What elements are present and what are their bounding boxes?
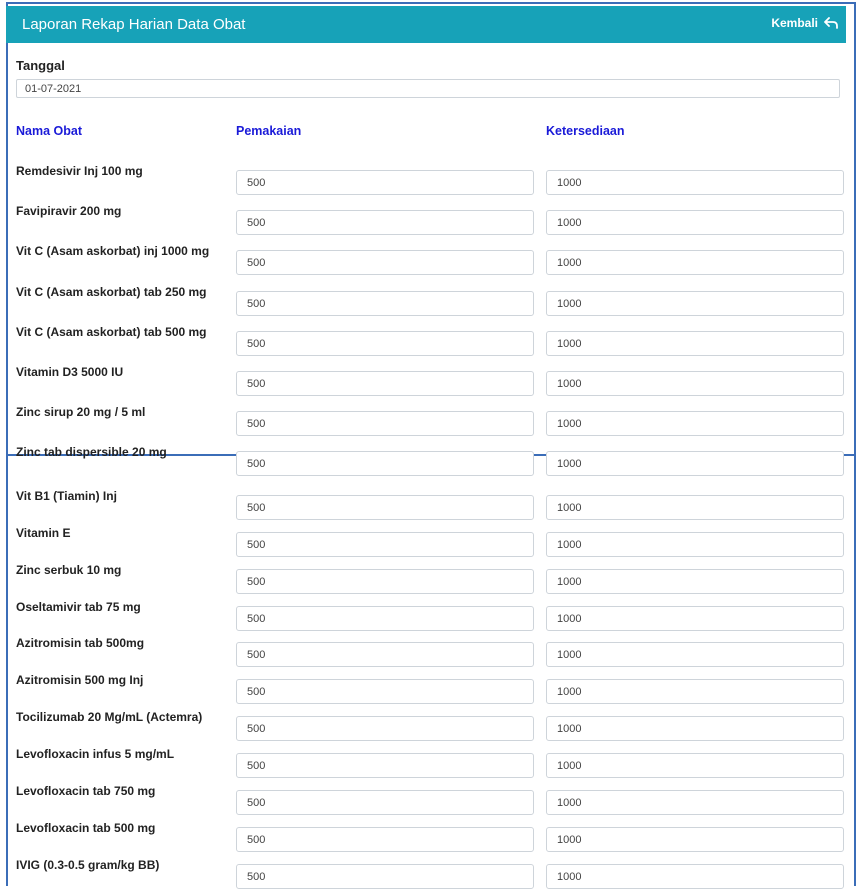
table-row: Oseltamivir tab 75 mg	[0, 600, 856, 631]
medicine-name: Remdesivir Inj 100 mg	[16, 164, 143, 178]
date-input[interactable]	[16, 79, 840, 98]
medicine-name: Vit B1 (Tiamin) Inj	[16, 489, 117, 503]
medicine-name: Vit C (Asam askorbat) tab 500 mg	[16, 325, 207, 339]
stock-input[interactable]	[546, 790, 844, 815]
table-row: Levofloxacin tab 500 mg	[0, 821, 856, 852]
usage-input[interactable]	[236, 679, 534, 704]
stock-input[interactable]	[546, 642, 844, 667]
usage-input[interactable]	[236, 532, 534, 557]
table-row: Favipiravir 200 mg	[0, 204, 856, 235]
medicine-name: Zinc tab dispersible 20 mg	[16, 445, 167, 459]
medicine-name: Vit C (Asam askorbat) tab 250 mg	[16, 285, 207, 299]
table-row: Levofloxacin tab 750 mg	[0, 784, 856, 815]
page-title: Laporan Rekap Harian Data Obat	[22, 16, 246, 33]
table-row: Vitamin D3 5000 IU	[0, 365, 856, 396]
stock-input[interactable]	[546, 495, 844, 520]
usage-input[interactable]	[236, 642, 534, 667]
usage-input[interactable]	[236, 371, 534, 396]
stock-input[interactable]	[546, 291, 844, 316]
medicine-name: Levofloxacin infus 5 mg/mL	[16, 747, 175, 761]
table-row: Remdesivir Inj 100 mg	[0, 164, 856, 195]
table-row: Azitromisin 500 mg Inj	[0, 673, 856, 704]
stock-input[interactable]	[546, 679, 844, 704]
table-row: Zinc sirup 20 mg / 5 ml	[0, 405, 856, 436]
usage-input[interactable]	[236, 569, 534, 594]
stock-input[interactable]	[546, 170, 844, 195]
top-panel	[6, 2, 856, 470]
medicine-name: Levofloxacin tab 750 mg	[16, 784, 156, 798]
stock-input[interactable]	[546, 532, 844, 557]
usage-input[interactable]	[236, 495, 534, 520]
back-label: Kembali	[771, 16, 818, 30]
stock-input[interactable]	[546, 371, 844, 396]
stock-input[interactable]	[546, 827, 844, 852]
reply-arrow-icon	[824, 17, 838, 29]
medicine-name: Vitamin D3 5000 IU	[16, 365, 124, 379]
table-row: Azitromisin tab 500mg	[0, 636, 856, 667]
medicine-name: Azitromisin 500 mg Inj	[16, 673, 144, 687]
table-row: Levofloxacin infus 5 mg/mL	[0, 747, 856, 778]
stock-input[interactable]	[546, 864, 844, 889]
back-button[interactable]: Kembali	[771, 16, 838, 30]
usage-input[interactable]	[236, 827, 534, 852]
table-row: Vit C (Asam askorbat) tab 250 mg	[0, 285, 856, 316]
usage-input[interactable]	[236, 331, 534, 356]
stock-input[interactable]	[546, 411, 844, 436]
usage-input[interactable]	[236, 291, 534, 316]
card-header: Laporan Rekap Harian Data Obat Kembali	[6, 6, 846, 43]
table-row: Vit C (Asam askorbat) tab 500 mg	[0, 325, 856, 356]
usage-input[interactable]	[236, 250, 534, 275]
medicine-name: Zinc sirup 20 mg / 5 ml	[16, 405, 146, 419]
stock-input[interactable]	[546, 451, 844, 476]
medicine-name: IVIG (0.3-0.5 gram/kg BB)	[16, 858, 160, 872]
table-row: Vit B1 (Tiamin) Inj	[0, 489, 856, 520]
usage-input[interactable]	[236, 606, 534, 631]
stock-input[interactable]	[546, 331, 844, 356]
medicine-name: Levofloxacin tab 500 mg	[16, 821, 156, 835]
table-row: IVIG (0.3-0.5 gram/kg BB)	[0, 858, 856, 889]
medicine-name: Vit C (Asam askorbat) inj 1000 mg	[16, 244, 210, 258]
usage-input[interactable]	[236, 864, 534, 889]
medicine-name: Tocilizumab 20 Mg/mL (Actemra)	[16, 710, 203, 724]
usage-input[interactable]	[236, 210, 534, 235]
usage-input[interactable]	[236, 716, 534, 741]
usage-input[interactable]	[236, 753, 534, 778]
table-row: Vitamin E	[0, 526, 856, 557]
stock-input[interactable]	[546, 606, 844, 631]
usage-input[interactable]	[236, 170, 534, 195]
medicine-name: Azitromisin tab 500mg	[16, 636, 145, 650]
medicine-name: Vitamin E	[16, 526, 71, 540]
table-row: Zinc tab dispersible 20 mg	[0, 445, 856, 476]
stock-input[interactable]	[546, 716, 844, 741]
column-header-name: Nama Obat	[16, 124, 82, 138]
usage-input[interactable]	[236, 411, 534, 436]
medicine-name: Zinc serbuk 10 mg	[16, 563, 122, 577]
table-row: Vit C (Asam askorbat) inj 1000 mg	[0, 244, 856, 275]
stock-input[interactable]	[546, 753, 844, 778]
table-row: Zinc serbuk 10 mg	[0, 563, 856, 594]
stock-input[interactable]	[546, 250, 844, 275]
medicine-name: Oseltamivir tab 75 mg	[16, 600, 141, 614]
usage-input[interactable]	[236, 451, 534, 476]
table-row: Tocilizumab 20 Mg/mL (Actemra)	[0, 710, 856, 741]
column-header-usage: Pemakaian	[236, 124, 302, 138]
stock-input[interactable]	[546, 210, 844, 235]
usage-input[interactable]	[236, 790, 534, 815]
date-label: Tanggal	[16, 58, 65, 73]
column-header-stock: Ketersediaan	[546, 124, 625, 138]
medicine-name: Favipiravir 200 mg	[16, 204, 122, 218]
stock-input[interactable]	[546, 569, 844, 594]
